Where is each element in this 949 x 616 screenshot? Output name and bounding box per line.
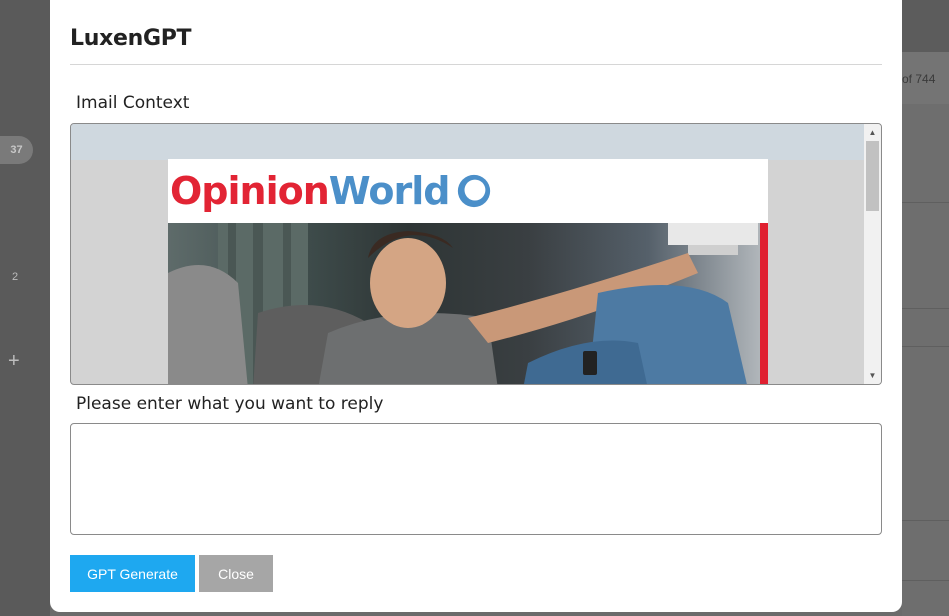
brand-text-opinion: Opinion [170, 169, 330, 213]
gpt-generate-button[interactable]: GPT Generate [70, 555, 195, 592]
close-button[interactable]: Close [199, 555, 273, 592]
email-body: Opinion World [168, 159, 768, 384]
sidebar-count: 2 [12, 271, 19, 283]
pagination-count: of 744 [902, 72, 936, 86]
email-context-label: Imail Context [76, 93, 190, 113]
opinionworld-logo: Opinion World [168, 159, 768, 223]
email-header-band [71, 124, 864, 160]
dialog-title: LuxenGPT [70, 26, 192, 51]
hero-image [168, 223, 768, 384]
title-divider [70, 64, 882, 65]
scroll-up-arrow-icon[interactable]: ▲ [864, 124, 881, 141]
email-context-preview[interactable]: Opinion World ▲ ▼ [70, 123, 882, 385]
unread-count-badge: 37 [0, 136, 33, 164]
add-icon: + [8, 350, 20, 372]
speech-bubble-logo-icon [458, 174, 491, 208]
hero-photo [168, 223, 758, 384]
reply-input[interactable] [70, 423, 882, 535]
hero-accent-bar [760, 223, 768, 384]
luxengpt-dialog: LuxenGPT Imail Context Opinion World ▲ ▼… [50, 0, 902, 612]
scroll-down-arrow-icon[interactable]: ▼ [864, 367, 881, 384]
background-list: of 744 [902, 0, 949, 616]
brand-text-world: World [328, 169, 451, 213]
reply-prompt-label: Please enter what you want to reply [76, 394, 384, 414]
email-preview-scrollbar[interactable]: ▲ ▼ [864, 124, 881, 384]
background-sidebar: 37 2 + [0, 0, 50, 616]
scroll-thumb[interactable] [866, 141, 879, 211]
